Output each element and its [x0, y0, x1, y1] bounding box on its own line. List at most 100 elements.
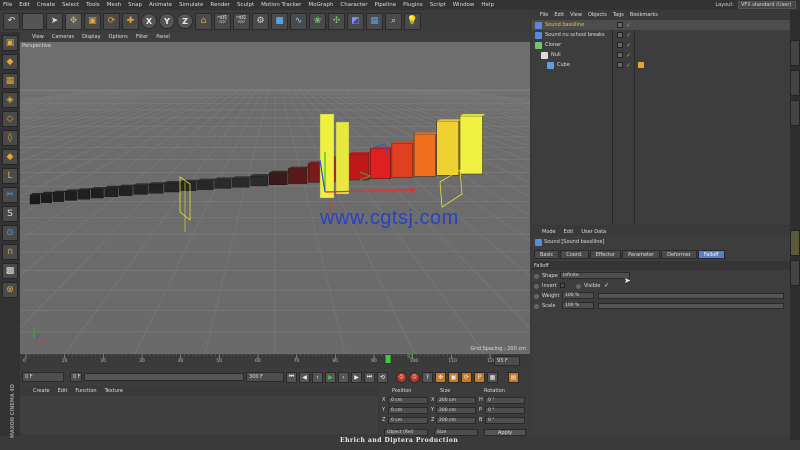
frame-range-slider[interactable]: [84, 373, 244, 381]
deformer-icon[interactable]: ◩: [347, 12, 364, 30]
polygons-mode-icon[interactable]: ◆: [2, 149, 18, 165]
menu-motion-tracker[interactable]: Motion Tracker: [261, 2, 301, 8]
attr-menu-mode[interactable]: Mode: [542, 229, 556, 235]
attributes-tab[interactable]: [790, 230, 800, 256]
visibility-toggle[interactable]: [617, 62, 623, 68]
position-x-field[interactable]: 0 cm: [388, 397, 428, 404]
live-select-icon[interactable]: ✚: [122, 12, 139, 30]
invert-anim-dot[interactable]: [534, 283, 539, 289]
menu-plugins[interactable]: Plugins: [403, 2, 423, 8]
size-mode-select[interactable]: Size: [434, 429, 478, 436]
invert-checkbox[interactable]: [560, 283, 565, 288]
material-menu-function[interactable]: Function: [75, 388, 96, 394]
visible-anim-dot[interactable]: [576, 283, 581, 289]
scene-icon[interactable]: ▦: [366, 12, 383, 30]
move-icon[interactable]: ✥: [65, 12, 82, 30]
timeline-ruler[interactable]: 0 10 20 30 40 50 60 70 80 90 100 110 120 93 93 F: [20, 354, 530, 368]
grid-icon[interactable]: ▩: [2, 263, 18, 279]
rotation-b-field[interactable]: 0 °: [485, 417, 525, 424]
rotate-icon[interactable]: ⟳: [103, 12, 120, 30]
render-settings-icon[interactable]: ⚙: [252, 12, 269, 30]
visible-checkbox[interactable]: ✓: [604, 282, 609, 289]
solo-icon[interactable]: ⊗: [2, 282, 18, 298]
menu-script[interactable]: Script: [430, 2, 446, 8]
object-row[interactable]: Sound nu school breaks ✓: [532, 30, 790, 40]
visibility-toggle[interactable]: [617, 52, 623, 58]
viewport[interactable]: Perspective Grid Spacing : 200 cm www.cg…: [20, 42, 530, 354]
next-key-icon[interactable]: ▶: [351, 371, 362, 383]
objmgr-menu-tags[interactable]: Tags: [613, 12, 624, 18]
coord-mode-select[interactable]: Object (Rel): [384, 429, 428, 436]
menu-render[interactable]: Render: [210, 2, 230, 8]
lock-workplane-icon[interactable]: ⊙: [2, 225, 18, 241]
menu-sculpt[interactable]: Sculpt: [237, 2, 254, 8]
viewport-menu-filter[interactable]: Filter: [136, 34, 148, 40]
menu-select[interactable]: Select: [62, 2, 79, 8]
menu-file[interactable]: File: [3, 2, 12, 8]
prev-key-icon[interactable]: ◀: [299, 371, 310, 383]
blank-tool[interactable]: [22, 12, 44, 30]
array-icon[interactable]: ✣: [328, 12, 345, 30]
attr-menu-edit[interactable]: Edit: [564, 229, 574, 235]
structure-tab[interactable]: [790, 100, 800, 126]
min-frame-field[interactable]: 0 F: [70, 372, 82, 382]
key-pla-icon[interactable]: ▦: [487, 371, 498, 383]
points-mode-icon[interactable]: ◇: [2, 111, 18, 127]
menu-character[interactable]: Character: [340, 2, 367, 8]
playhead[interactable]: [385, 355, 391, 363]
visibility-toggle[interactable]: [617, 32, 623, 38]
timeline-window-icon[interactable]: ▤: [508, 371, 519, 383]
autokey-icon[interactable]: ⦸: [409, 371, 420, 383]
menu-simulate[interactable]: Simulate: [179, 2, 203, 8]
snap-icon[interactable]: S: [2, 206, 18, 222]
menu-mograph[interactable]: MoGraph: [308, 2, 333, 8]
go-end-icon[interactable]: ⏭: [364, 371, 375, 383]
go-start-icon[interactable]: ⏮: [286, 371, 297, 383]
tab-effector[interactable]: Effector: [589, 250, 622, 259]
coord-system-icon[interactable]: ⌂: [195, 12, 212, 30]
tab-parameter[interactable]: Parameter: [622, 250, 661, 259]
axis-mode-icon[interactable]: L: [2, 168, 18, 184]
size-x-field[interactable]: 200 cm: [436, 397, 476, 404]
start-frame-field[interactable]: 0 F: [22, 372, 64, 382]
rotation-h-field[interactable]: 0 °: [485, 397, 525, 404]
axis-z-button[interactable]: Z: [177, 13, 193, 29]
object-row[interactable]: Sound basslline ✓: [532, 20, 790, 30]
layers-tab[interactable]: [790, 260, 800, 286]
light-icon[interactable]: 💡: [404, 12, 421, 30]
tab-coord[interactable]: Coord.: [560, 250, 589, 259]
menu-window[interactable]: Window: [453, 2, 475, 8]
viewport-menu-display[interactable]: Display: [82, 34, 100, 40]
scale-slider[interactable]: [598, 303, 784, 309]
model-mode-icon[interactable]: ◆: [2, 54, 18, 70]
menu-edit[interactable]: Edit: [19, 2, 30, 8]
render-picture-icon[interactable]: 🎬: [233, 12, 250, 30]
edges-mode-icon[interactable]: ◊: [2, 130, 18, 146]
magnet-icon[interactable]: ∩: [2, 244, 18, 260]
loop-icon[interactable]: ⟲: [377, 371, 388, 383]
object-row[interactable]: Cloner ✓: [532, 40, 790, 50]
end-frame-field[interactable]: 300 F: [246, 372, 284, 382]
material-menu-create[interactable]: Create: [33, 388, 50, 394]
weight-field[interactable]: 100 %: [562, 292, 594, 299]
render-view-icon[interactable]: 🎬: [214, 12, 231, 30]
viewport-menu-view[interactable]: View: [32, 34, 44, 40]
shape-select[interactable]: Infinite: [560, 272, 630, 279]
position-z-field[interactable]: 0 cm: [388, 417, 428, 424]
enabled-check-icon[interactable]: ✓: [626, 22, 631, 29]
position-y-field[interactable]: 0 cm: [388, 407, 428, 414]
play-icon[interactable]: ▶: [325, 371, 336, 383]
objmgr-menu-edit[interactable]: Edit: [554, 12, 564, 18]
material-menu-edit[interactable]: Edit: [58, 388, 68, 394]
key-position-icon[interactable]: ✥: [435, 371, 446, 383]
menu-create[interactable]: Create: [37, 2, 55, 8]
texture-mode-icon[interactable]: ▦: [2, 73, 18, 89]
cube-tag-icon[interactable]: [638, 62, 644, 68]
enabled-check-icon[interactable]: ✓: [626, 42, 631, 49]
viewport-menu-panel[interactable]: Panel: [156, 34, 170, 40]
cube-icon[interactable]: ■: [271, 12, 288, 30]
tab-basic[interactable]: Basic: [534, 250, 560, 259]
scale-field[interactable]: 100 %: [562, 302, 594, 309]
layout-select[interactable]: VFX standard (User): [738, 1, 796, 9]
key-scale-icon[interactable]: ▣: [448, 371, 459, 383]
